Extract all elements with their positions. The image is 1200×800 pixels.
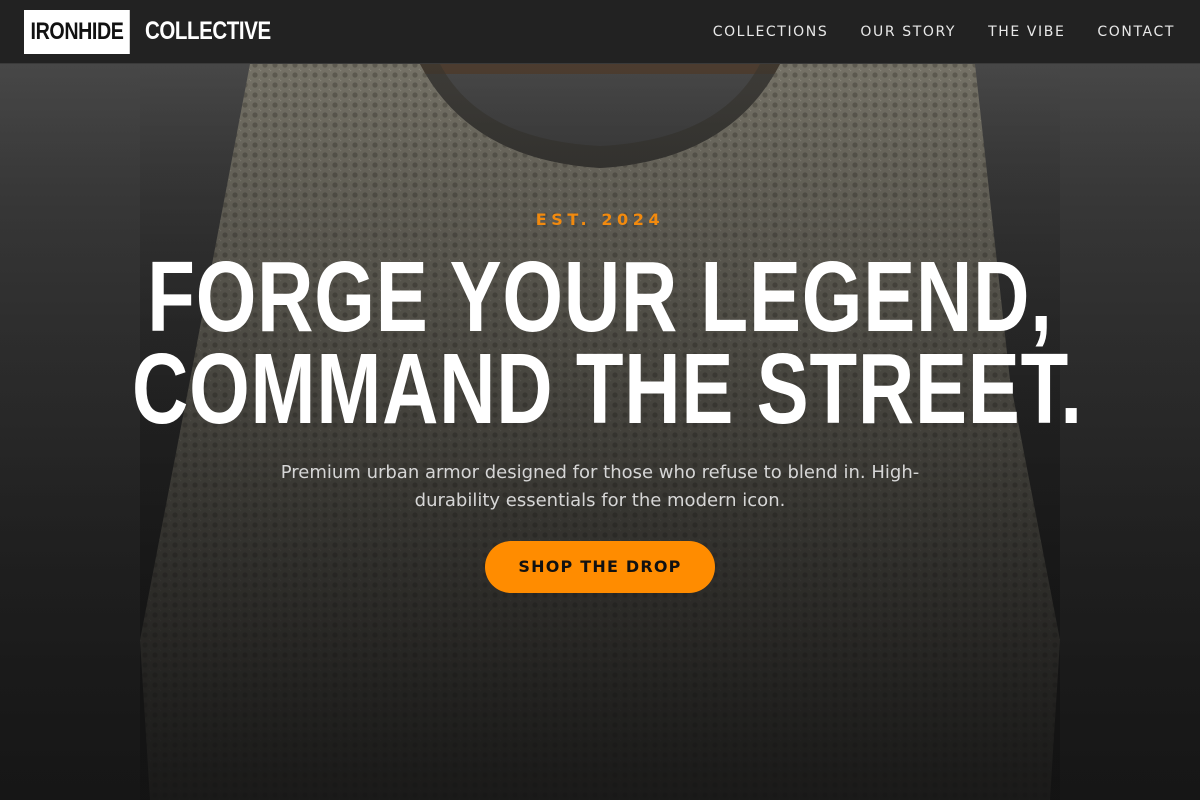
nav-link-collections[interactable]: COLLECTIONS <box>713 24 829 40</box>
top-navbar: IRONHIDE COLLECTIVE COLLECTIONS OUR STOR… <box>0 0 1200 64</box>
nav-link-the-vibe[interactable]: THE VIBE <box>988 24 1065 40</box>
hero-eyebrow: EST. 2024 <box>535 210 665 229</box>
hero-headline-line2: COMMAND THE STREET. <box>132 333 1083 445</box>
hero-content: EST. 2024 FORGE YOUR LEGEND, COMMAND THE… <box>0 210 1200 593</box>
hero-headline-line1: FORGE YOUR LEGEND, <box>147 241 1053 353</box>
hero-headline: FORGE YOUR LEGEND, COMMAND THE STREET. <box>132 241 1083 445</box>
brand-logo[interactable]: IRONHIDE COLLECTIVE <box>24 9 299 54</box>
nav-link-our-story[interactable]: OUR STORY <box>860 24 956 40</box>
nav-link-contact[interactable]: CONTACT <box>1097 24 1175 40</box>
nav-links: COLLECTIONS OUR STORY THE VIBE CONTACT <box>713 24 1176 40</box>
hero-subtext: Premium urban armor designed for those w… <box>280 462 920 511</box>
logo-word-text: COLLECTIVE <box>145 17 272 45</box>
shop-the-drop-button[interactable]: SHOP THE DROP <box>485 541 715 593</box>
logo-box-text: IRONHIDE <box>24 9 131 54</box>
